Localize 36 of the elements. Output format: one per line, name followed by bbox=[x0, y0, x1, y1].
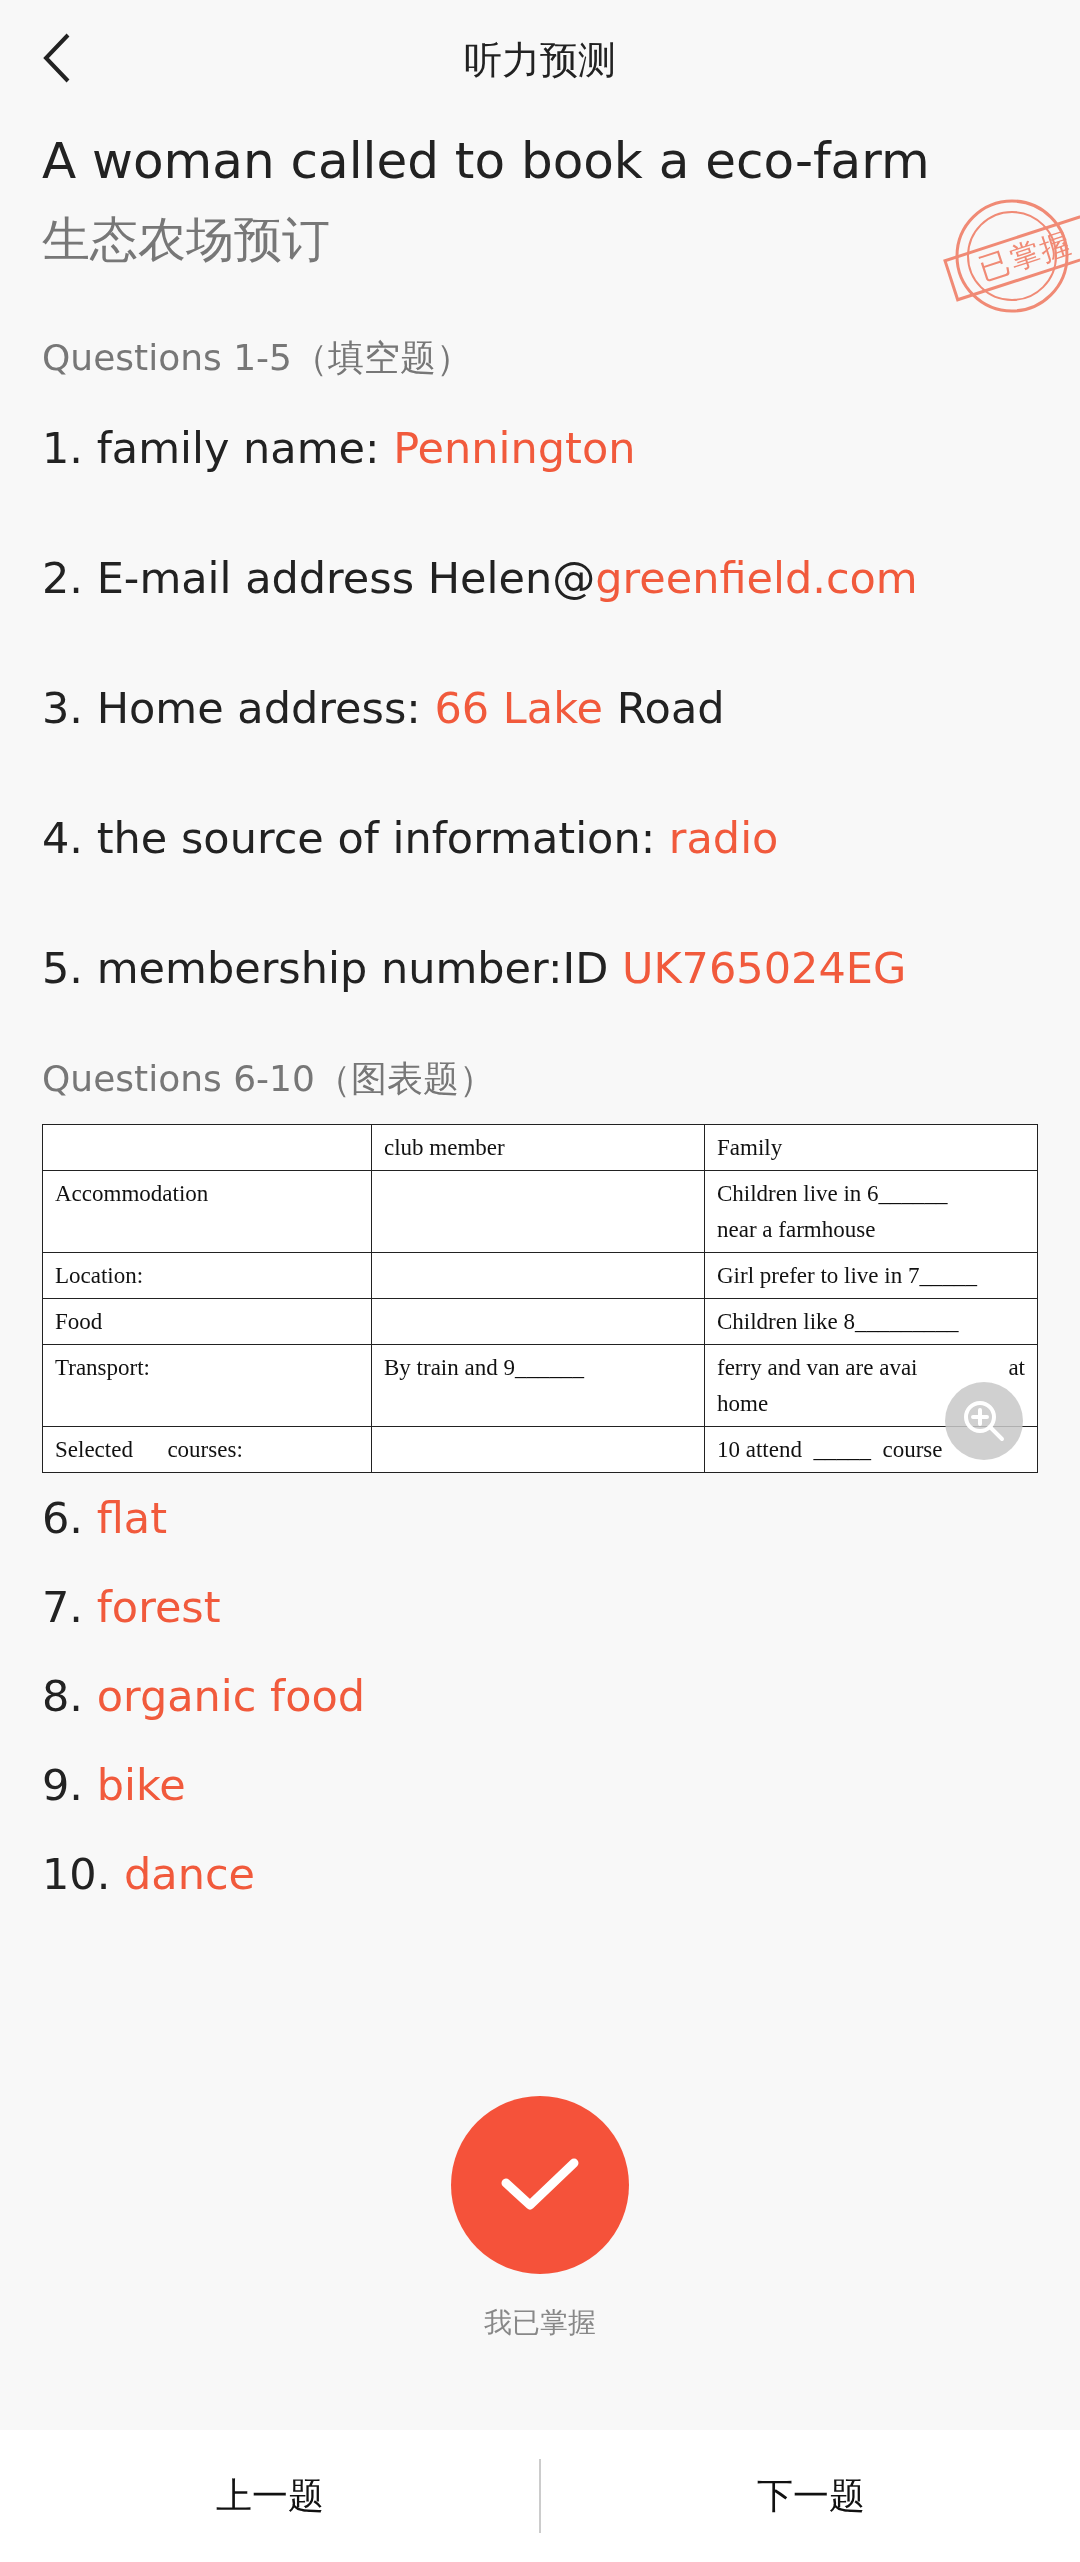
table-text: Location: bbox=[55, 1262, 144, 1290]
answer-line: 6. flat bbox=[42, 1493, 168, 1543]
table-text: at bbox=[1008, 1354, 1025, 1382]
table-text: Food bbox=[55, 1308, 103, 1336]
answer-line: 10. dance bbox=[42, 1849, 257, 1899]
table-text: Children live in 6______ bbox=[717, 1180, 948, 1208]
table-text: By train and 9______ bbox=[384, 1354, 584, 1382]
answer-line: 7. forest bbox=[42, 1582, 222, 1632]
answer-line: 4. the source of information: radio bbox=[42, 813, 780, 863]
table-text: ferry and van are avai bbox=[717, 1354, 918, 1382]
next-button[interactable]: 下一题 bbox=[541, 2430, 1080, 2562]
section-heading: Questions 1-5（填空题） bbox=[42, 336, 473, 380]
answer-line: 3. Home address: 66 Lake Road bbox=[42, 683, 726, 733]
page-title: 听力预测 bbox=[464, 36, 616, 84]
answer-line: 8. organic food bbox=[42, 1671, 367, 1721]
answer-line: 9. bike bbox=[42, 1760, 187, 1810]
zoom-in-icon bbox=[962, 1399, 1006, 1443]
answer-line: 5. membership number:ID UK765024EG bbox=[42, 943, 908, 993]
lesson-title: A woman called to book a eco-farm bbox=[42, 132, 931, 190]
table-text: Accommodation bbox=[55, 1180, 209, 1208]
table-text: club member bbox=[384, 1134, 505, 1162]
table-text: Transport: bbox=[55, 1354, 150, 1382]
previous-button[interactable]: 上一题 bbox=[0, 2430, 539, 2562]
answer-line: 2. E-mail address Helen@greenfield.com bbox=[42, 553, 919, 603]
table-text: Selected courses: bbox=[55, 1436, 243, 1464]
section-heading: Questions 6-10（图表题） bbox=[42, 1057, 496, 1101]
table-text: near a farmhouse bbox=[717, 1216, 876, 1244]
table-text: Girl prefer to live in 7_____ bbox=[717, 1262, 977, 1290]
mastered-label: 我已掌握 bbox=[484, 2305, 596, 2341]
lesson-subtitle: 生态农场预订 bbox=[42, 210, 330, 269]
back-icon[interactable] bbox=[42, 32, 72, 84]
table-text: home bbox=[717, 1390, 769, 1418]
answer-line: 1. family name: Pennington bbox=[42, 423, 637, 473]
table-text: 10 attend _____ course bbox=[717, 1436, 943, 1464]
table-text: Children like 8_________ bbox=[717, 1308, 959, 1336]
table-text: Family bbox=[717, 1134, 783, 1162]
